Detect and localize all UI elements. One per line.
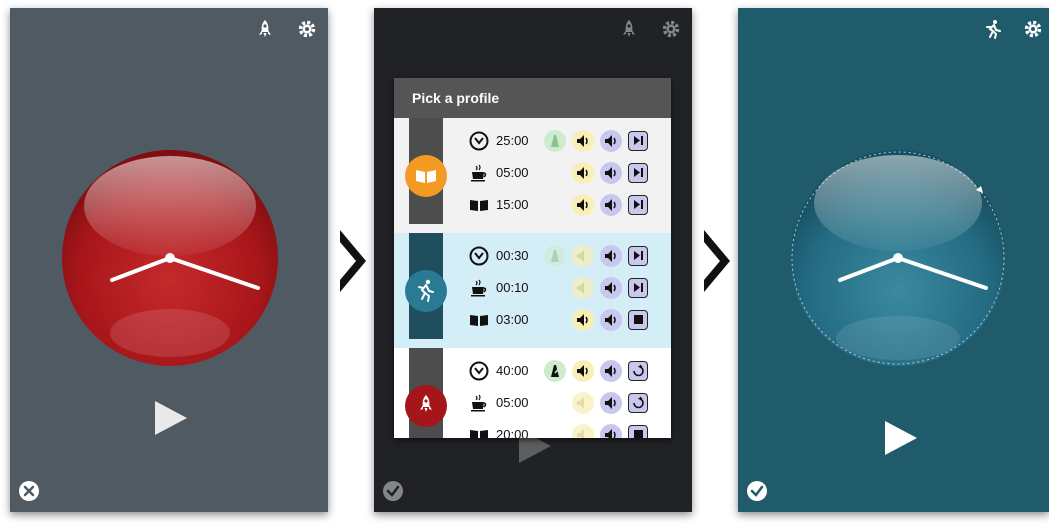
profile-row-work: 25:00: [468, 128, 668, 154]
volume-icon[interactable]: [600, 162, 622, 184]
volume-icon[interactable]: [572, 194, 594, 216]
rocket-icon[interactable]: [254, 18, 276, 40]
volume-icon[interactable]: [600, 194, 622, 216]
profile-row-break: 00:10: [468, 275, 668, 301]
check-circle-icon: [382, 480, 404, 502]
screen-timer-red: [10, 8, 328, 512]
coffee-icon: [468, 392, 490, 414]
skip-next-icon[interactable]: [628, 131, 648, 151]
play-button[interactable]: [880, 418, 920, 458]
skip-next-icon[interactable]: [628, 278, 648, 298]
metronome-icon[interactable]: [544, 130, 566, 152]
time-work: 40:00: [496, 363, 529, 378]
time-work: 00:30: [496, 248, 529, 263]
profile-row-break: 05:00: [468, 390, 668, 416]
book-icon: [468, 424, 490, 438]
stop-icon[interactable]: [628, 310, 648, 330]
volume-icon[interactable]: [600, 277, 622, 299]
volume-icon[interactable]: [600, 309, 622, 331]
volume-off-icon[interactable]: [572, 392, 594, 414]
runner-icon: [405, 270, 447, 312]
volume-off-icon[interactable]: [572, 424, 594, 438]
chevron-right-icon: [336, 226, 370, 296]
volume-icon[interactable]: [572, 162, 594, 184]
timer-icon: [468, 360, 490, 382]
dialog-title: Pick a profile: [394, 78, 671, 118]
volume-icon[interactable]: [600, 392, 622, 414]
volume-icon[interactable]: [600, 360, 622, 382]
timer-clock[interactable]: [788, 148, 1008, 368]
time-break: 05:00: [496, 395, 529, 410]
time-long-break: 03:00: [496, 312, 529, 327]
profile-item-book[interactable]: 25:00 05:00 15:00: [394, 118, 671, 233]
close-circle-icon[interactable]: [18, 480, 40, 502]
volume-icon[interactable]: [572, 130, 594, 152]
metronome-icon[interactable]: [544, 360, 566, 382]
coffee-icon: [468, 277, 490, 299]
time-break: 00:10: [496, 280, 529, 295]
skip-next-icon[interactable]: [628, 246, 648, 266]
profile-item-run[interactable]: 00:30 00:10 03:00: [394, 233, 671, 348]
rocket-icon: [618, 18, 640, 40]
check-circle-icon[interactable]: [746, 480, 768, 502]
time-long-break: 20:00: [496, 427, 529, 438]
volume-icon[interactable]: [600, 130, 622, 152]
volume-off-icon[interactable]: [572, 245, 594, 267]
book-icon: [468, 194, 490, 216]
metronome-icon[interactable]: [544, 245, 566, 267]
gear-icon[interactable]: [296, 18, 318, 40]
time-work: 25:00: [496, 133, 529, 148]
repeat-icon[interactable]: [628, 361, 648, 381]
time-break: 05:00: [496, 165, 529, 180]
coffee-icon: [468, 162, 490, 184]
time-long-break: 15:00: [496, 197, 529, 212]
profile-dialog: Pick a profile 25:00 05:00 15:00 00:30 0…: [394, 78, 671, 438]
screen-profile-picker: Pick a profile 25:00 05:00 15:00 00:30 0…: [374, 8, 692, 512]
volume-icon[interactable]: [572, 309, 594, 331]
play-icon: [155, 401, 187, 435]
book-icon: [405, 155, 447, 197]
rocket-icon: [405, 385, 447, 427]
timer-icon: [468, 245, 490, 267]
timer-icon: [468, 130, 490, 152]
profile-row-work: 00:30: [468, 243, 668, 269]
runner-icon[interactable]: [982, 18, 1004, 40]
volume-icon[interactable]: [600, 424, 622, 438]
gear-icon[interactable]: [1022, 18, 1044, 40]
profile-row-long-break: 20:00: [468, 422, 668, 438]
skip-next-icon[interactable]: [628, 195, 648, 215]
volume-icon[interactable]: [600, 245, 622, 267]
volume-off-icon[interactable]: [572, 277, 594, 299]
volume-icon[interactable]: [572, 360, 594, 382]
profile-row-long-break: 15:00: [468, 192, 668, 218]
play-button[interactable]: [150, 398, 190, 438]
book-icon: [468, 309, 490, 331]
gear-icon: [660, 18, 682, 40]
profile-item-rocket[interactable]: 40:00 05:00 20:00: [394, 348, 671, 438]
profile-row-break: 05:00: [468, 160, 668, 186]
repeat-icon[interactable]: [628, 393, 648, 413]
stop-icon[interactable]: [628, 425, 648, 438]
screen-timer-teal: [738, 8, 1049, 512]
timer-clock[interactable]: [60, 148, 280, 368]
chevron-right-icon: [700, 226, 734, 296]
play-icon: [885, 421, 917, 455]
profile-row-work: 40:00: [468, 358, 668, 384]
skip-next-icon[interactable]: [628, 163, 648, 183]
profile-row-long-break: 03:00: [468, 307, 668, 333]
